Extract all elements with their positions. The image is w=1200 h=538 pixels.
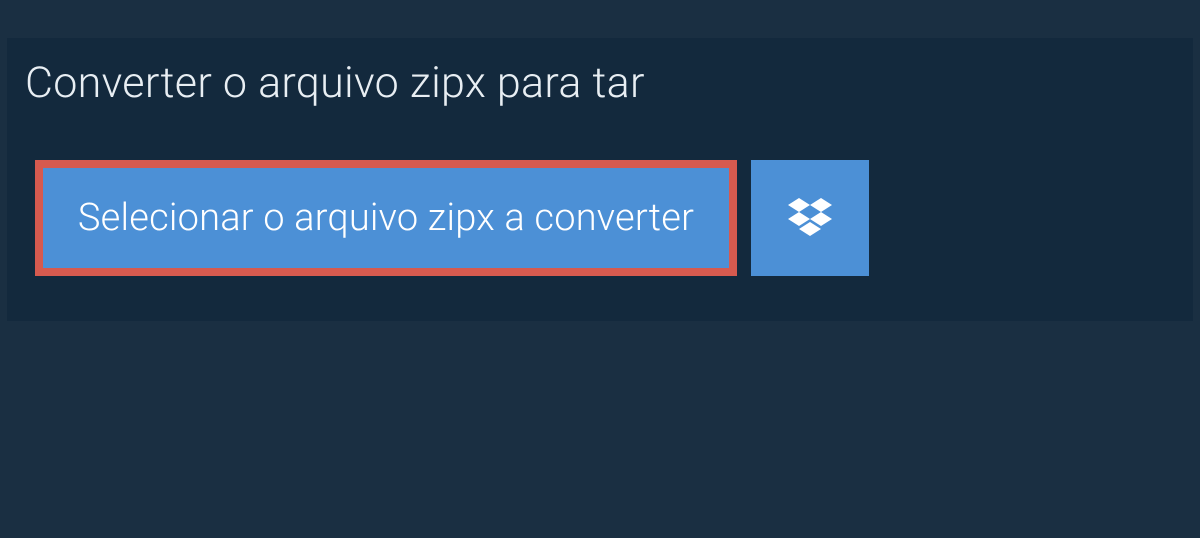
dropbox-button[interactable] — [751, 160, 869, 276]
select-file-button[interactable]: Selecionar o arquivo zipx a converter — [35, 160, 737, 276]
converter-panel: Converter o arquivo zipx para tar Seleci… — [7, 38, 1193, 321]
button-row: Selecionar o arquivo zipx a converter — [7, 130, 1193, 276]
select-file-label: Selecionar o arquivo zipx a converter — [78, 196, 694, 240]
dropbox-icon — [788, 198, 832, 238]
title-bar: Converter o arquivo zipx para tar — [7, 38, 675, 130]
page-title: Converter o arquivo zipx para tar — [25, 58, 645, 108]
